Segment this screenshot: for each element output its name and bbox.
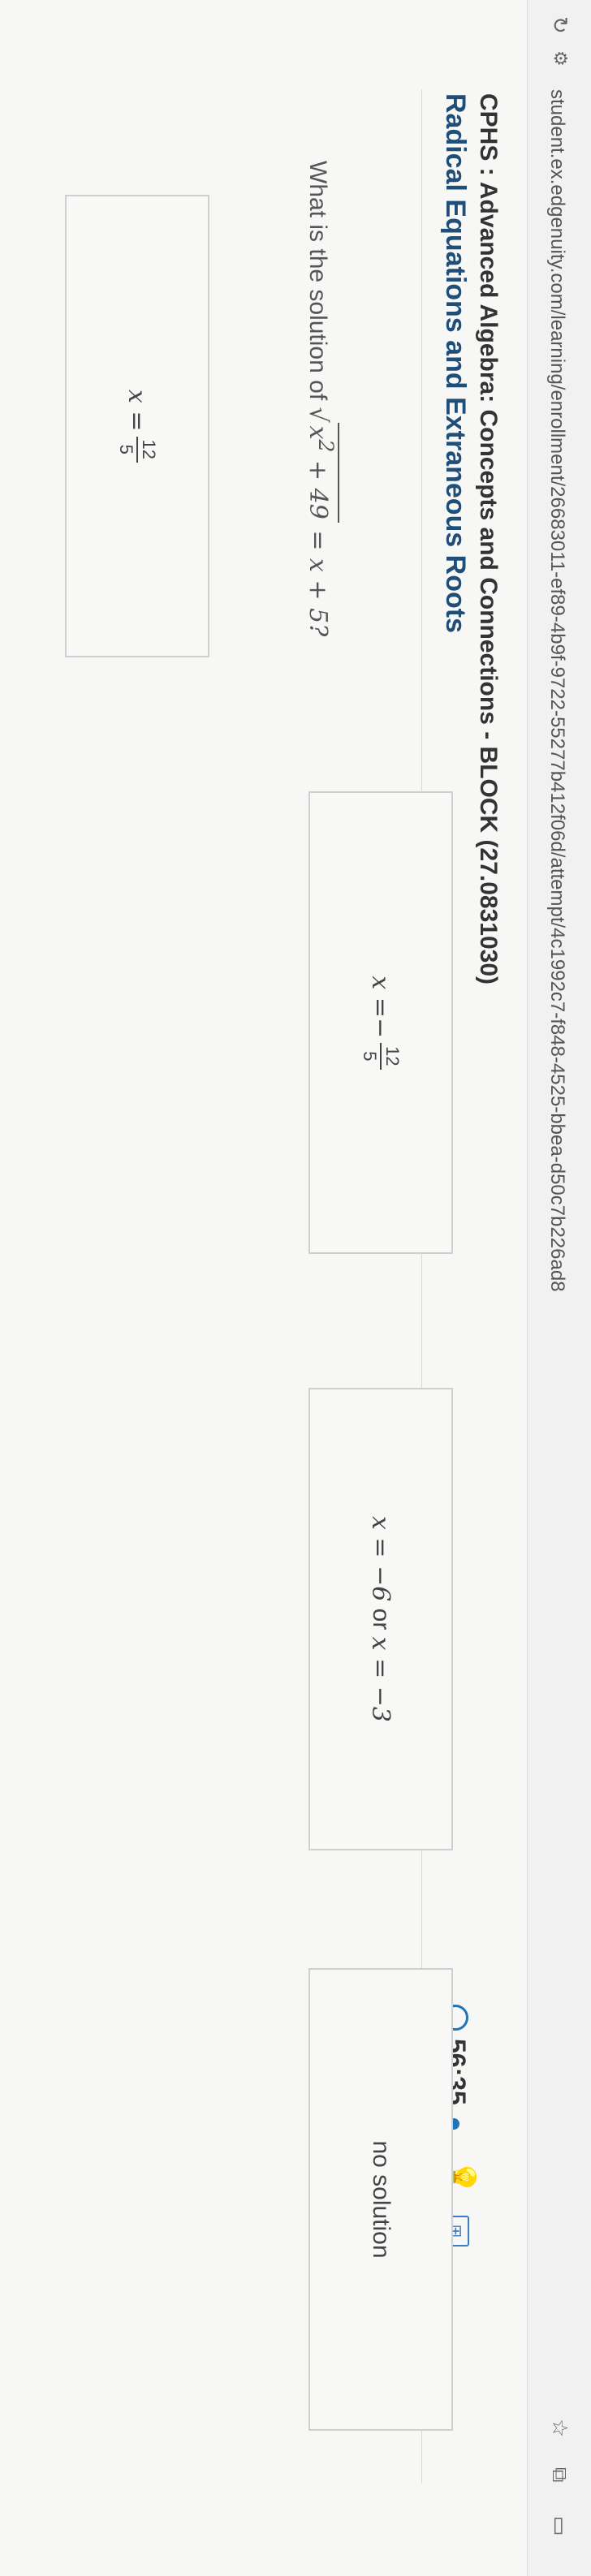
fraction-numerator: 12 xyxy=(136,436,159,463)
answer-c-part-b: x = −3 xyxy=(366,1636,395,1723)
page-rotated-view: ↻ ⚙ student.ex.edgenuity.com/learning/en… xyxy=(0,0,591,2576)
address-bar-url[interactable]: student.ex.edgenuity.com/learning/enroll… xyxy=(546,89,568,1292)
question-equation: √x2 + 49 = x + 5? xyxy=(304,407,339,637)
radicand-rest: + 49 xyxy=(304,452,332,519)
answer-option-a[interactable]: x = 12 5 xyxy=(65,195,209,657)
question-prefix: What is the solution of xyxy=(304,161,331,401)
radical: x2 + 49 xyxy=(304,422,339,523)
answer-d-text: no solution xyxy=(368,2140,395,2259)
fraction: 12 5 xyxy=(115,436,159,463)
answer-b-sign: − xyxy=(366,1017,395,1039)
fraction-denominator: 5 xyxy=(360,1051,380,1062)
extension-icon[interactable]: ⧉ xyxy=(544,2467,576,2483)
answer-a-lhs: x = xyxy=(123,389,152,432)
fraction: 12 5 xyxy=(359,1043,403,1070)
answer-option-b[interactable]: x = − 12 5 xyxy=(308,791,453,1254)
answer-option-d[interactable]: no solution xyxy=(308,1968,453,2431)
answer-c-part-a: x = −6 xyxy=(366,1515,395,1602)
radicand-exponent: 2 xyxy=(314,439,338,453)
question-text: What is the solution of √x2 + 49 = x + 5… xyxy=(304,161,339,636)
site-info-icon[interactable]: ⚙ xyxy=(544,50,576,67)
answer-c-or: or xyxy=(368,1601,395,1637)
answer-option-c[interactable]: x = −6 or x = −3 xyxy=(308,1388,453,1850)
lesson-title: Radical Equations and Extraneous Roots xyxy=(440,93,471,634)
browser-toolbar: ↻ ⚙ student.ex.edgenuity.com/learning/en… xyxy=(527,0,591,2576)
equation-rhs: = x + 5? xyxy=(304,522,332,637)
course-title: CPHS : Advanced Algebra: Concepts and Co… xyxy=(475,93,502,985)
reload-icon[interactable]: ↻ xyxy=(544,16,576,34)
cast-icon[interactable]: ▭ xyxy=(544,2516,576,2536)
star-icon[interactable]: ☆ xyxy=(544,2419,576,2437)
answer-b-lhs: x = xyxy=(366,976,395,1018)
radicand-var: x xyxy=(304,425,332,440)
fraction-denominator: 5 xyxy=(116,444,136,454)
fraction-numerator: 12 xyxy=(380,1043,403,1070)
